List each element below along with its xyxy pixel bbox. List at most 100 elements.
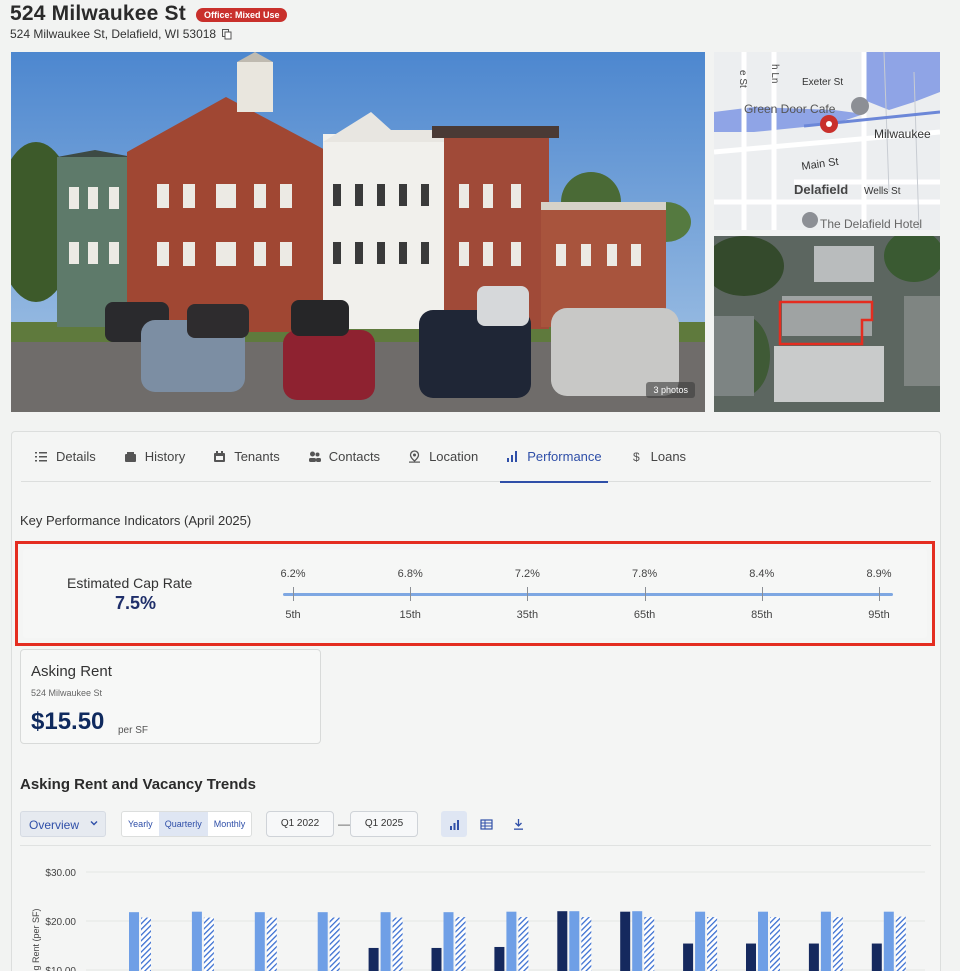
property-address: 524 Milwaukee St, Delafield, WI 53018 bbox=[10, 27, 232, 41]
tab-location-label: Location bbox=[429, 449, 479, 464]
chart-view-button[interactable] bbox=[441, 811, 467, 837]
history-icon bbox=[124, 452, 136, 462]
chart-bar bbox=[518, 917, 529, 971]
asking-rent-unit: per SF bbox=[118, 725, 149, 736]
period-monthly[interactable]: Monthly bbox=[208, 812, 252, 836]
chart-bar bbox=[129, 912, 139, 971]
view-select[interactable]: Overview bbox=[20, 811, 106, 837]
period-yearly[interactable]: Yearly bbox=[122, 812, 159, 836]
date-to-picker[interactable]: Q1 2025 bbox=[350, 811, 418, 837]
tab-details-label: Details bbox=[56, 449, 96, 464]
cap-rate-value: 7.5% bbox=[115, 593, 157, 613]
percentile-tick-value: 8.4% bbox=[749, 568, 775, 580]
download-button[interactable] bbox=[505, 811, 531, 837]
percentile-tick bbox=[293, 587, 294, 601]
percentile-scale-line bbox=[283, 593, 893, 596]
tab-bar: Details History Tenants Contacts Locatio… bbox=[21, 432, 931, 483]
chart-bar bbox=[506, 911, 517, 971]
tab-tenants-label: Tenants bbox=[234, 449, 280, 464]
percentile-tick-value: 7.2% bbox=[514, 568, 540, 580]
map-label-h-ln: h Ln bbox=[769, 64, 780, 83]
tab-contacts-label: Contacts bbox=[328, 449, 381, 464]
chart-bar bbox=[632, 911, 643, 971]
percentile-tick bbox=[879, 587, 880, 601]
date-separator: — bbox=[338, 817, 350, 831]
chart-bar bbox=[695, 911, 706, 971]
svg-text:$: $ bbox=[633, 450, 640, 463]
chart-bar bbox=[871, 943, 882, 971]
chart-bar bbox=[191, 911, 202, 971]
percentile-tick-label: 15th bbox=[399, 609, 421, 621]
chart-bar bbox=[820, 911, 831, 971]
chart-bar bbox=[758, 911, 768, 971]
percentile-tick-value: 6.8% bbox=[397, 568, 423, 580]
cap-rate-highlight: Estimated Cap Rate 7.5% 6.2% 5th 6.8% 15th 7… bbox=[15, 541, 935, 646]
map-label-cafe: Green Door Cafe bbox=[744, 102, 836, 116]
main-property-photo[interactable]: 3 photos bbox=[11, 52, 705, 412]
chart-bar bbox=[557, 911, 568, 971]
percentile-tick-label: 85th bbox=[751, 609, 773, 621]
chart-bar bbox=[203, 917, 214, 971]
chart-bar bbox=[254, 912, 265, 971]
chart-bar bbox=[141, 917, 151, 971]
asking-rent-value: $15.50 bbox=[31, 708, 105, 735]
table-view-button[interactable] bbox=[473, 811, 499, 837]
chart-bar bbox=[380, 912, 391, 971]
asking-rent-title: Asking Rent bbox=[31, 663, 112, 680]
chart-bar bbox=[581, 917, 592, 971]
kpi-heading: Key Performance Indicators (April 2025) bbox=[20, 513, 252, 528]
tab-history[interactable]: History bbox=[124, 432, 185, 482]
cap-rate-label: Estimated Cap Rate bbox=[67, 575, 193, 591]
tab-tenants[interactable]: Tenants bbox=[213, 432, 280, 482]
map-label-wells: Wells St bbox=[864, 186, 901, 197]
map-label-e-st: e St bbox=[737, 70, 748, 88]
tab-loans[interactable]: $ Loans bbox=[630, 432, 686, 482]
chart-bar bbox=[329, 917, 340, 971]
trends-title: Asking Rent and Vacancy Trends bbox=[20, 776, 256, 793]
percentile-tick bbox=[644, 587, 646, 601]
chart-bar bbox=[770, 917, 780, 971]
chart-bar bbox=[569, 911, 580, 971]
percentile-tick bbox=[761, 587, 763, 601]
map-label-milwaukee: Milwaukee bbox=[874, 127, 931, 141]
chart-bar bbox=[431, 947, 442, 971]
y-axis-label: ng Rent (per SF) bbox=[31, 908, 41, 971]
y-tick-label: $20.00 bbox=[45, 917, 76, 928]
percentile-tick-value: 7.8% bbox=[632, 568, 658, 580]
asking-rent-card: Asking Rent 524 Milwaukee St $15.50 per … bbox=[20, 649, 321, 744]
chevron-down-icon bbox=[90, 821, 98, 826]
percentile-tick bbox=[410, 587, 412, 601]
download-icon bbox=[513, 818, 523, 830]
tab-details[interactable]: Details bbox=[35, 432, 96, 482]
location-pin-icon bbox=[409, 450, 421, 463]
list-icon bbox=[35, 452, 47, 462]
tab-location[interactable]: Location bbox=[408, 432, 478, 482]
percentile-tick-label: 95th bbox=[868, 609, 890, 621]
bar-chart-icon bbox=[449, 819, 459, 830]
date-from-picker[interactable]: Q1 2022 bbox=[266, 811, 334, 837]
cap-rate-card: Estimated Cap Rate 7.5% 6.2% 5th 6.8% 15th 7… bbox=[23, 549, 927, 638]
chart-bar bbox=[683, 943, 694, 971]
copy-icon[interactable] bbox=[222, 28, 232, 40]
tab-loans-label: Loans bbox=[650, 449, 687, 464]
map-label-exeter: Exeter St bbox=[802, 77, 843, 88]
page-title: 524 Milwaukee St bbox=[10, 2, 186, 25]
chart-bar bbox=[494, 946, 505, 971]
percentile-tick-label: 5th bbox=[285, 609, 301, 621]
rent-vacancy-chart: $30.00 $20.00 $10.00 ng Rent (per SF) bbox=[20, 845, 931, 971]
chart-bar bbox=[455, 917, 466, 971]
satellite-thumbnail[interactable] bbox=[714, 236, 940, 412]
tab-performance[interactable]: Performance bbox=[500, 432, 609, 483]
tab-history-label: History bbox=[144, 449, 186, 464]
chart-bar bbox=[620, 911, 631, 971]
photo-count-label[interactable]: 3 photos bbox=[646, 382, 695, 398]
map-thumbnail[interactable]: e St h Ln Exeter St Green Door Cafe Milw… bbox=[714, 52, 940, 230]
tenants-icon bbox=[214, 451, 226, 462]
chart-bar bbox=[895, 916, 906, 971]
chart-bar bbox=[746, 943, 756, 971]
period-quarterly[interactable]: Quarterly bbox=[158, 812, 208, 836]
view-select-value: Overview bbox=[29, 818, 80, 832]
tab-contacts[interactable]: Contacts bbox=[308, 432, 380, 482]
bar-chart-icon bbox=[507, 451, 518, 462]
percentile-tick-value: 8.9% bbox=[866, 568, 892, 580]
